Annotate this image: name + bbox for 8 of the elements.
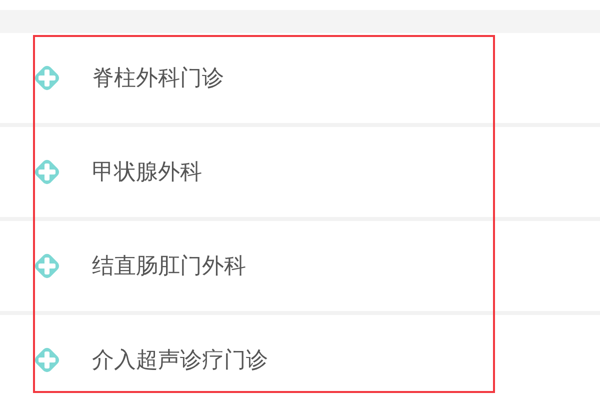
department-item[interactable]: 甲状腺外科 bbox=[0, 127, 600, 221]
department-name: 脊柱外科门诊 bbox=[92, 65, 224, 93]
department-name: 结直肠肛门外科 bbox=[92, 253, 246, 281]
department-item[interactable]: 脊柱外科门诊 bbox=[0, 33, 600, 127]
department-name: 甲状腺外科 bbox=[92, 159, 202, 187]
department-item[interactable]: 介入超声诊疗门诊 bbox=[0, 315, 600, 401]
department-item[interactable]: 结直肠肛门外科 bbox=[0, 221, 600, 315]
department-name: 介入超声诊疗门诊 bbox=[92, 347, 268, 375]
